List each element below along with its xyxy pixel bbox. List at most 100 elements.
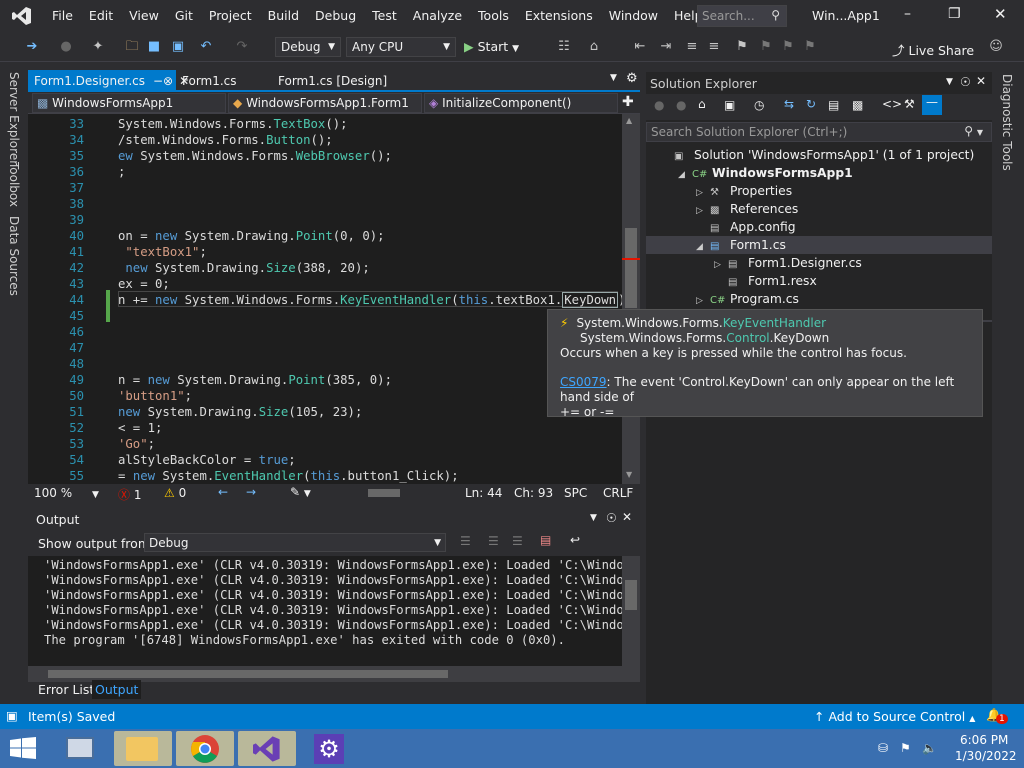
class-dropdown[interactable]: ◆ WindowsFormsApp1.Form1 <box>228 93 422 113</box>
menu-item-analyze[interactable]: Analyze <box>405 0 470 32</box>
error-count[interactable]: Ⓧ 1 <box>118 486 141 503</box>
pin-icon[interactable]: ☉ <box>606 511 617 525</box>
platform-select[interactable]: Any CPU ▼ <box>346 37 456 57</box>
pin-icon[interactable]: ☉ <box>960 75 971 89</box>
tab-form1-design[interactable]: Form1.cs [Design] <box>272 70 393 92</box>
expander-icon[interactable]: ◢ <box>696 238 710 256</box>
expander-icon[interactable]: ◢ <box>678 166 692 184</box>
close-icon[interactable]: ✕ <box>994 5 1007 23</box>
tree-item[interactable]: ▷ ▩ References <box>696 200 798 218</box>
back-icon[interactable]: ➔ <box>24 39 40 55</box>
collapse-all-icon[interactable]: ▤ <box>828 98 839 112</box>
member-dropdown[interactable]: ◈ InitializeComponent() <box>424 93 618 113</box>
scroll-thumb[interactable] <box>625 228 637 308</box>
switch-views-icon[interactable]: ▣ <box>724 98 735 112</box>
forward-icon[interactable]: ● <box>58 39 74 55</box>
next-message-icon[interactable]: ☰ <box>512 534 523 548</box>
tab-error-list[interactable]: Error List <box>36 680 96 699</box>
code-editor[interactable]: 33 34 35 36 37 38 39 40 41 42 43 44 45 46 47 48 49 50 51 52… <box>28 114 622 484</box>
vs-logo-icon[interactable] <box>0 0 44 32</box>
brush-icon[interactable]: ✎ ▼ <box>290 485 311 499</box>
open-folder-icon[interactable]: 🗀 <box>124 39 140 55</box>
zoom-select[interactable]: 100 % ▼ <box>34 486 99 500</box>
output-vscroll[interactable] <box>622 556 640 666</box>
menu-item-project[interactable]: Project <box>201 0 260 32</box>
tray-network-icon[interactable]: ⛁ <box>878 741 888 755</box>
menu-item-test[interactable]: Test <box>364 0 405 32</box>
panel-menu-icon[interactable]: ▼ <box>590 513 597 523</box>
start-button[interactable]: ▶ Start ▼ <box>464 39 519 54</box>
server-explorer-tab[interactable]: Server Explorer <box>7 72 21 165</box>
bookmark-prev-icon[interactable]: ⚑ <box>780 39 796 55</box>
save-icon[interactable]: ■ <box>146 39 162 55</box>
menu-item-view[interactable]: View <box>121 0 167 32</box>
warning-count[interactable]: ⚠ 0 <box>164 486 186 500</box>
add-source-control-button[interactable]: ↑ Add to Source Control ▲ <box>814 709 975 724</box>
clock-date[interactable]: 1/30/2022 <box>955 749 1017 763</box>
tab-output[interactable]: Output <box>92 680 142 699</box>
next-issue-icon[interactable]: → <box>246 485 256 499</box>
pin-icon[interactable]: −⊗ <box>153 74 173 88</box>
find-message-icon[interactable]: ☰ <box>460 534 471 548</box>
gear-icon[interactable]: ⚙ <box>626 71 638 86</box>
split-icon[interactable]: ✚ <box>622 94 634 110</box>
tab-list-icon[interactable]: ▼ <box>610 73 617 83</box>
clear-all-icon[interactable]: ▤ <box>540 533 551 547</box>
browser-link-icon[interactable]: ☷ <box>556 39 572 55</box>
scroll-thumb[interactable] <box>625 580 637 610</box>
panel-menu-icon[interactable]: ▼ <box>946 77 953 87</box>
tree-item[interactable]: ▷ ▤ Form1.Designer.cs <box>714 254 862 272</box>
tree-item[interactable]: ▷ ⚒ Properties <box>696 182 792 200</box>
home-icon[interactable]: ⌂ <box>698 97 706 111</box>
maximize-icon[interactable]: ❐ <box>948 6 961 22</box>
clock-time[interactable]: 6:06 PM <box>960 733 1008 747</box>
taskbar-app-settings[interactable]: ⚙ <box>300 731 358 766</box>
uncomment-icon[interactable]: ≡ <box>706 39 722 55</box>
start-menu-icon[interactable] <box>10 737 38 761</box>
tree-item[interactable]: ▤ Form1.resx <box>714 272 817 290</box>
feedback-icon[interactable]: ☺ <box>988 39 1004 55</box>
home-icon[interactable]: ⌂ <box>586 39 602 55</box>
expander-icon[interactable]: ▷ <box>696 292 710 310</box>
word-wrap-icon[interactable]: ↩ <box>570 533 580 547</box>
taskbar-app-chrome[interactable] <box>176 731 234 766</box>
undo-icon[interactable]: ↶ <box>198 39 214 55</box>
tree-item[interactable]: ▤ App.config <box>696 218 796 236</box>
taskbar-app-visual-studio[interactable] <box>238 731 296 766</box>
menu-item-extensions[interactable]: Extensions <box>517 0 601 32</box>
scroll-up-icon[interactable]: ▲ <box>626 116 632 125</box>
new-project-icon[interactable]: ✦ <box>90 39 106 55</box>
outdent-icon[interactable]: ⇥ <box>658 39 674 55</box>
sync-icon[interactable]: ⇆ <box>784 97 794 111</box>
tray-volume-icon[interactable]: 🔈 <box>922 741 937 755</box>
taskbar-app-files[interactable] <box>114 731 172 766</box>
forward-icon[interactable]: ● <box>676 98 686 112</box>
prev-message-icon[interactable]: ☰ <box>488 534 499 548</box>
tray-flag-icon[interactable]: ⚑ <box>900 741 911 755</box>
close-panel-icon[interactable]: ✕ <box>976 74 986 88</box>
tree-item[interactable]: ◢ C# WindowsFormsApp1 <box>678 164 853 182</box>
error-code-link[interactable]: CS0079 <box>560 375 607 389</box>
tree-item[interactable]: ▷ C# Program.cs <box>696 290 799 308</box>
hscroll-thumb[interactable] <box>368 489 400 497</box>
history-icon[interactable]: ◷ <box>754 98 764 112</box>
editor-scrollbar[interactable]: ▲ ▼ <box>622 114 640 484</box>
data-sources-tab[interactable]: Data Sources <box>7 216 21 296</box>
taskbar-app-explorer[interactable] <box>52 731 110 766</box>
show-all-files-icon[interactable]: ▩ <box>852 98 863 112</box>
refresh-icon[interactable]: ↻ <box>806 97 816 111</box>
redo-icon[interactable]: ↷ <box>234 39 250 55</box>
menu-item-file[interactable]: File <box>44 0 81 32</box>
code-view-icon[interactable]: <> <box>882 97 902 111</box>
indent-icon[interactable]: ⇤ <box>632 39 648 55</box>
properties-icon[interactable]: ⚒ <box>904 97 915 111</box>
scroll-down-icon[interactable]: ▼ <box>626 470 632 479</box>
bookmark-clear-icon[interactable]: ⚑ <box>802 39 818 55</box>
tree-item[interactable]: ◢ ▤ Form1.cs <box>696 236 786 254</box>
save-all-icon[interactable]: ▣ <box>170 39 186 55</box>
prev-issue-icon[interactable]: ← <box>218 485 228 499</box>
back-icon[interactable]: ● <box>654 98 664 112</box>
toolbox-tab[interactable]: Toolbox <box>7 162 21 207</box>
output-source-select[interactable]: Debug ▼ <box>144 533 446 552</box>
menu-item-window[interactable]: Window <box>601 0 666 32</box>
